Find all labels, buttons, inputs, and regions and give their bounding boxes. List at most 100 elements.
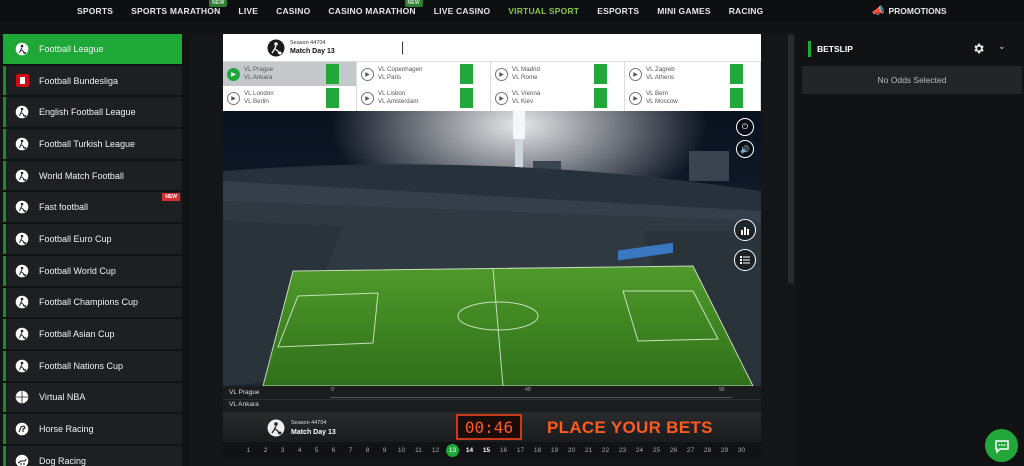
nav-item-sports-marathon[interactable]: SPORTS MARATHON NEW [122,0,229,16]
match-row[interactable]: ▶ VL Prague VL Ankara [223,62,356,86]
odds-button-home[interactable] [460,88,473,98]
match-day-27[interactable]: 27 [682,447,699,454]
match-day-19[interactable]: 19 [546,447,563,454]
match-day-21[interactable]: 21 [580,447,597,454]
play-icon[interactable]: ▶ [227,91,240,105]
sidebar-item-football-bundesliga[interactable]: Football Bundesliga [3,65,182,96]
match-row[interactable]: ▶ VL Vienna VL Kiev [491,86,624,110]
match-day-29[interactable]: 29 [716,447,733,454]
odds-button-home[interactable] [460,64,473,74]
odds-button-away[interactable] [594,98,607,108]
sidebar-item-english-football-league[interactable]: English Football League [3,97,182,128]
match-day-9[interactable]: 9 [376,447,393,454]
match-day-8[interactable]: 8 [359,447,376,454]
sidebar-item-virtual-nba[interactable]: Virtual NBA [3,382,182,413]
nav-item-live-casino[interactable]: LIVE CASINO [425,6,500,16]
odds-button-home[interactable] [730,64,743,74]
nav-item-esports[interactable]: ESPORTS [588,6,648,16]
nav-item-mini-games[interactable]: MINI GAMES [648,6,719,16]
gear-icon[interactable] [972,42,985,55]
play-icon[interactable]: ▶ [361,67,374,81]
sound-icon[interactable]: 🔊 [736,140,754,158]
bundesliga-icon [14,73,30,89]
play-icon[interactable]: ▶ [495,67,508,81]
odds-button-away[interactable] [594,74,607,84]
match-day-13[interactable]: 13 [446,443,459,457]
sidebar-item-football-turkish-league[interactable]: Football Turkish League [3,129,182,159]
play-icon[interactable]: ▶ [361,91,374,105]
match-day-17[interactable]: 17 [512,447,529,454]
match-day-1[interactable]: 1 [240,447,257,454]
match-row[interactable]: ▶ VL Madrid VL Rome [491,62,624,86]
stats-icon[interactable] [734,219,756,241]
play-icon[interactable]: ▶ [629,67,642,81]
sidebar-item-horse-racing[interactable]: Horse Racing [3,414,182,444]
nav-item-casino-marathon[interactable]: CASINO MARATHON NEW [319,0,424,16]
match-day-18[interactable]: 18 [529,447,546,454]
power-icon[interactable]: ⏻ [736,118,754,136]
match-day-24[interactable]: 24 [631,447,648,454]
sidebar-item-football-league[interactable]: Football League [3,34,182,64]
nav-item-virtual-sport[interactable]: VIRTUAL SPORT [499,6,588,16]
odds-button-away[interactable] [730,74,743,84]
match-day-6[interactable]: 6 [325,447,342,454]
sidebar-item-football-nations-cup[interactable]: Football Nations Cup [3,350,182,381]
match-day-26[interactable]: 26 [665,447,682,454]
sidebar-item-football-world-cup[interactable]: Football World Cup [3,255,182,286]
match-day-25[interactable]: 25 [648,447,665,454]
promotions-link[interactable]: 📣 PROMOTIONS [872,0,947,22]
sidebar-item-football-champions-cup[interactable]: Football Champions Cup [3,287,182,318]
nav-item-racing[interactable]: RACING [720,6,773,16]
nav-item-live[interactable]: LIVE [229,6,267,16]
nav-item-sports[interactable]: SPORTS [0,6,122,16]
match-day-23[interactable]: 23 [614,447,631,454]
odds-button-away[interactable] [730,98,743,108]
sidebar-item-football-euro-cup[interactable]: Football Euro Cup [3,224,182,254]
list-icon[interactable] [734,249,756,271]
odds-button-home[interactable] [594,64,607,74]
sidebar-item-world-match-football[interactable]: World Match Football [3,160,182,191]
match-day-12[interactable]: 12 [427,447,444,454]
odds-button-home[interactable] [594,88,607,98]
match-day-16[interactable]: 16 [495,447,512,454]
odds-button-away[interactable] [326,74,339,84]
match-teams: VL Lisbon VL Amsterdam [378,90,418,106]
odds-button-away[interactable] [460,74,473,84]
match-day-7[interactable]: 7 [342,447,359,454]
match-day-20[interactable]: 20 [563,447,580,454]
match-day-10[interactable]: 10 [393,447,410,454]
match-row[interactable]: ▶ VL Copenhagen VL Paris [357,62,490,86]
chat-button[interactable] [985,429,1018,462]
odds-button-home[interactable] [326,88,339,98]
match-day-28[interactable]: 28 [699,447,716,454]
match-day-14[interactable]: 14 [461,447,478,454]
stadium-video[interactable]: ⏻ 🔊 [223,111,761,386]
play-icon[interactable]: ▶ [495,91,508,105]
odds-button-home[interactable] [326,64,339,74]
match-row[interactable]: ▶ VL London VL Berlin [223,86,356,110]
match-row[interactable]: ▶ VL Lisbon VL Amsterdam [357,86,490,110]
match-day-5[interactable]: 5 [308,447,325,454]
sidebar-item-fast-football[interactable]: Fast football NEW [3,192,182,223]
match-day-4[interactable]: 4 [291,447,308,454]
play-icon[interactable]: ▶ [227,67,240,81]
match-day-2[interactable]: 2 [257,447,274,454]
match-day-11[interactable]: 11 [410,447,427,454]
chevron-down-icon[interactable]: ⌄ [998,41,1006,52]
match-day-22[interactable]: 22 [597,447,614,454]
nav-item-casino[interactable]: CASINO [267,6,319,16]
match-day-3[interactable]: 3 [274,447,291,454]
odds-button-home[interactable] [730,88,743,98]
match-teams: VL Zagreb VL Athens [646,66,675,82]
main-scrollbar[interactable] [788,34,794,284]
odds-button-away[interactable] [326,98,339,108]
match-day-15[interactable]: 15 [478,447,495,454]
odds-button-away[interactable] [460,98,473,108]
match-day-30[interactable]: 30 [733,447,750,454]
sidebar-item-dog-racing[interactable]: Dog Racing [3,445,182,466]
sidebar-item-football-asian-cup[interactable]: Football Asian Cup [3,319,182,349]
match-row[interactable]: ▶ VL Bern VL Moscow [625,86,760,110]
timeline-away: VL Ankara [229,401,259,408]
match-row[interactable]: ▶ VL Zagreb VL Athens [625,62,760,86]
play-icon[interactable]: ▶ [629,91,642,105]
